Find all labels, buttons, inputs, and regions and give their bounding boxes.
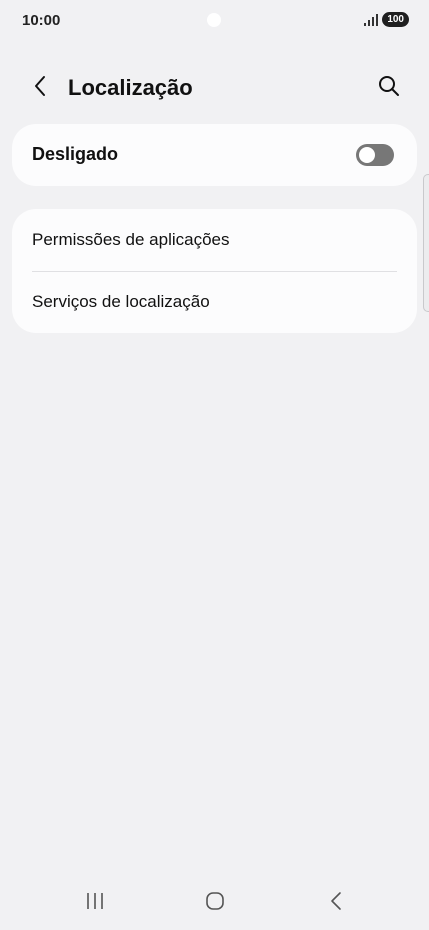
location-switch[interactable] (356, 144, 394, 166)
settings-list-card: Permissões de aplicações Serviços de loc… (12, 209, 417, 333)
back-button[interactable] (26, 74, 54, 102)
list-item-label: Serviços de localização (32, 292, 210, 311)
page-title: Localização (68, 75, 193, 100)
signal-icon (364, 13, 379, 26)
list-item-label: Permissões de aplicações (32, 230, 230, 249)
status-time: 10:00 (22, 12, 61, 29)
nav-back-button[interactable] (316, 888, 356, 918)
list-item-app-permissions[interactable]: Permissões de aplicações (12, 209, 417, 271)
home-button[interactable] (195, 888, 235, 918)
search-icon (378, 75, 400, 102)
camera-cutout (207, 13, 221, 27)
search-button[interactable] (375, 74, 403, 102)
status-icons: 100 (364, 12, 409, 27)
app-header: Localização (0, 68, 429, 108)
location-toggle-card: Desligado (12, 124, 417, 186)
battery-icon: 100 (382, 12, 409, 27)
location-toggle-row[interactable]: Desligado (12, 124, 417, 186)
back-icon (329, 891, 343, 916)
navigation-bar (0, 878, 429, 930)
recent-apps-icon (85, 892, 105, 915)
recent-apps-button[interactable] (75, 888, 115, 918)
edge-panel-handle[interactable] (423, 174, 429, 312)
status-bar: 10:00 100 (0, 0, 429, 44)
switch-knob (359, 147, 375, 163)
location-toggle-label: Desligado (32, 144, 119, 164)
list-item-location-services[interactable]: Serviços de localização (12, 271, 417, 333)
chevron-left-icon (33, 75, 47, 102)
home-icon (205, 891, 225, 916)
